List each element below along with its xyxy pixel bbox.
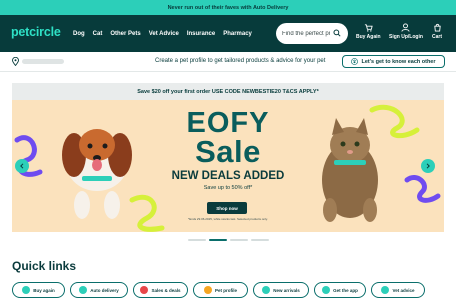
quick-link-label: Buy again [33,287,55,293]
chevron-left-icon [20,163,24,169]
carousel-prev-button[interactable] [15,159,29,173]
shop-now-button[interactable]: Shop now [207,202,247,214]
quick-link-label: Get the app [333,287,358,293]
quick-link-label: New arrivals [273,287,300,293]
chevron-right-icon [426,163,430,169]
paw-icon [351,58,359,65]
quick-link-label: Pet profile [214,287,237,293]
quick-link-auto-delivery[interactable]: Auto delivery [70,282,128,298]
buy-again-icon [22,286,31,294]
get-to-know-label: Let's get to know each other [361,58,436,65]
promo-text[interactable]: Never run out of their faves with Auto D… [168,5,289,11]
cart-icon [433,23,441,32]
logo[interactable]: petcircle [11,25,61,39]
pet-profile-icon [203,286,212,294]
sub-bar: Create a pet profile to get tailored pro… [0,52,456,72]
get-to-know-button[interactable]: Let's get to know each other [342,55,445,68]
hero-subtitle: NEW DEALS ADDED [171,170,285,182]
quick-link-vet-advice[interactable]: Vet advice [371,282,425,298]
login-action[interactable]: Sign Up/Login [389,23,423,40]
quick-link-label: Vet advice [392,287,415,293]
location-pin-icon[interactable] [12,57,19,66]
quick-link-sales-deals[interactable]: Sales & deals [133,282,188,298]
main-nav: petcircle Dog Cat Other Pets Vet Advice … [0,15,456,52]
login-label: Sign Up/Login [389,34,423,40]
quick-links-title: Quick links [12,259,77,273]
phone-icon [322,286,331,294]
cart-label: Cart [432,34,443,40]
profile-prompt-text: Create a pet profile to get tailored pro… [155,58,326,64]
new-arrivals-icon [262,286,271,294]
quick-link-buy-again[interactable]: Buy again [12,282,65,298]
quick-link-label: Sales & deals [151,287,181,293]
hero-banner[interactable]: EOFY Sale NEW DEALS ADDED Save up to 50%… [12,100,444,232]
carousel-dot-active[interactable] [209,239,227,241]
nav-link-pharmacy[interactable]: Pharmacy [223,31,252,37]
nav-link-other-pets[interactable]: Other Pets [110,31,140,37]
carousel-dot[interactable] [251,239,269,241]
carousel-dot[interactable] [230,239,248,241]
sale-tag-icon [140,286,149,294]
hero-terms: *Ends 29.06.2025, while stocks last. Sel… [188,217,268,221]
quick-link-label: Auto delivery [90,287,119,293]
location-placeholder[interactable] [22,59,64,64]
hero-title-line2: Sale [195,134,261,169]
promo-bar[interactable]: Never run out of their faves with Auto D… [0,0,456,15]
user-icon [401,23,410,32]
quick-link-pet-profile[interactable]: Pet profile [193,282,248,298]
buy-again-icon [364,24,373,32]
quick-links-row: Buy again Auto delivery Sales & deals Pe… [12,282,425,298]
hero-save-text: Save up to 50% off* [203,185,253,191]
search-icon[interactable] [333,29,341,37]
offer-text: Save $20 off your first order USE CODE N… [137,88,319,95]
cart-action[interactable]: Cart [432,23,442,40]
quick-link-get-app[interactable]: Get the app [314,282,366,298]
carousel-dot[interactable] [188,239,206,241]
nav-link-vet-advice[interactable]: Vet Advice [149,31,179,37]
nav-link-dog[interactable]: Dog [73,31,85,37]
carousel-next-button[interactable] [421,159,435,173]
auto-delivery-icon [79,286,88,294]
buy-again-label: Buy Again [356,34,381,40]
nav-links: Dog Cat Other Pets Vet Advice Insurance … [73,15,252,52]
nav-link-insurance[interactable]: Insurance [187,31,215,37]
search-input[interactable] [282,30,330,37]
buy-again-action[interactable]: Buy Again [356,23,381,40]
carousel-indicators [188,239,269,241]
nav-link-cat[interactable]: Cat [93,31,103,37]
offer-strip[interactable]: Save $20 off your first order USE CODE N… [12,83,444,100]
vet-advice-icon [381,286,390,294]
quick-link-new-arrivals[interactable]: New arrivals [253,282,309,298]
search-box[interactable] [276,23,348,44]
